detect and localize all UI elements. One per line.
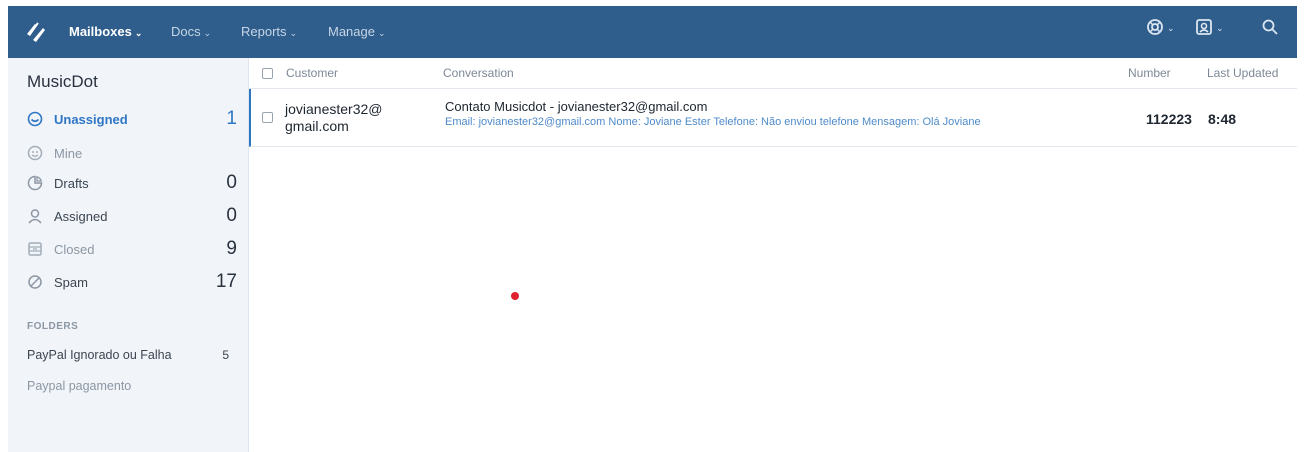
- mailbox-name: MusicDot: [27, 72, 98, 91]
- chevron-down-icon: ⌄: [377, 28, 386, 38]
- sidebar-item-label: Unassigned: [54, 112, 128, 127]
- chevron-down-icon: ⌄: [1216, 23, 1224, 33]
- drafts-icon: [27, 175, 43, 191]
- table-header: Customer Conversation Number Last Update…: [249, 58, 1297, 89]
- customer-email-line2: gmail.com: [285, 118, 349, 134]
- conversation-preview: Email: jovianester32@gmail.com Nome: Jov…: [445, 116, 1063, 128]
- sidebar-item-label: Drafts: [54, 176, 89, 191]
- unassigned-icon: [27, 111, 43, 127]
- nav-mailboxes[interactable]: Mailboxes ⌄: [69, 24, 142, 39]
- sidebar-item-unassigned[interactable]: Unassigned 1: [27, 108, 237, 132]
- help-menu[interactable]: ⌄: [1146, 18, 1175, 44]
- nav-manage[interactable]: Manage ⌄: [328, 24, 386, 39]
- folder-label: PayPal Ignorado ou Falha: [27, 348, 172, 362]
- row-checkbox[interactable]: [262, 112, 273, 123]
- nav-reports-label: Reports: [241, 24, 287, 39]
- last-updated-time: 8:48: [1208, 111, 1237, 127]
- header-last-updated[interactable]: Last Updated: [1207, 66, 1278, 80]
- help-icon: [1147, 19, 1163, 35]
- folder-item[interactable]: PayPal Ignorado ou Falha 5: [27, 348, 229, 362]
- sidebar-item-closed[interactable]: Closed 9: [27, 238, 237, 262]
- chevron-down-icon: ⌄: [289, 28, 298, 38]
- closed-icon: [28, 242, 42, 256]
- logo-icon[interactable]: [24, 20, 48, 44]
- spam-icon: [28, 275, 42, 289]
- sidebar-item-count: 9: [226, 238, 237, 259]
- sidebar-item-count: 17: [215, 271, 237, 292]
- assigned-icon: [28, 209, 42, 224]
- sidebar-item-label: Assigned: [54, 209, 108, 224]
- sidebar: MusicDot Unassigned 1 Mine Drafts 0 Assi…: [8, 58, 249, 452]
- cursor-indicator: [511, 292, 519, 300]
- select-all-checkbox[interactable]: [262, 68, 273, 79]
- sidebar-item-assigned[interactable]: Assigned 0: [27, 205, 237, 229]
- profile-menu[interactable]: ⌄: [1195, 18, 1224, 44]
- nav-manage-label: Manage: [328, 24, 375, 39]
- page-edge: [1297, 6, 1305, 452]
- header-customer[interactable]: Customer: [286, 66, 338, 80]
- folder-label: Paypal pagamento: [27, 379, 132, 393]
- sidebar-item-label: Closed: [54, 242, 95, 257]
- sidebar-item-spam[interactable]: Spam 17: [27, 271, 237, 295]
- nav-docs[interactable]: Docs ⌄: [171, 24, 211, 39]
- nav-reports[interactable]: Reports ⌄: [241, 24, 297, 39]
- top-navigation-bar: Mailboxes ⌄ Docs ⌄ Reports ⌄ Manage ⌄ ⌄ ⌄: [8, 6, 1297, 58]
- customer-email: jovianester32@ gmail.com: [285, 101, 383, 135]
- table-row[interactable]: jovianester32@ gmail.com Contato Musicdo…: [249, 89, 1299, 147]
- chevron-down-icon: ⌄: [203, 28, 212, 38]
- sidebar-item-mine[interactable]: Mine: [27, 142, 237, 166]
- sidebar-item-count: 0: [226, 172, 237, 193]
- conversation-number: 112223: [1146, 111, 1192, 127]
- mine-icon: [27, 145, 43, 161]
- conversation-list: Customer Conversation Number Last Update…: [249, 58, 1299, 452]
- sidebar-item-drafts[interactable]: Drafts 0: [27, 172, 237, 196]
- folders-heading: FOLDERS: [27, 321, 79, 332]
- folder-count: 5: [222, 348, 229, 362]
- sidebar-item-count: 1: [226, 108, 237, 129]
- nav-mailboxes-label: Mailboxes: [69, 24, 132, 39]
- customer-email-line1: jovianester32@: [285, 101, 383, 117]
- header-conversation[interactable]: Conversation: [443, 66, 514, 80]
- conversation-subject: Contato Musicdot - jovianester32@gmail.c…: [445, 99, 708, 114]
- chevron-down-icon: ⌄: [1167, 23, 1175, 33]
- folder-item[interactable]: Paypal pagamento: [27, 379, 229, 393]
- header-number[interactable]: Number: [1128, 66, 1171, 80]
- sidebar-item-count: 0: [226, 205, 237, 226]
- nav-docs-label: Docs: [171, 24, 201, 39]
- chevron-down-icon: ⌄: [134, 28, 143, 38]
- search-icon: [1262, 19, 1278, 35]
- profile-icon: [1196, 19, 1212, 35]
- sidebar-item-label: Mine: [54, 146, 83, 161]
- sidebar-item-label: Spam: [54, 275, 88, 290]
- search-button[interactable]: [1261, 18, 1279, 44]
